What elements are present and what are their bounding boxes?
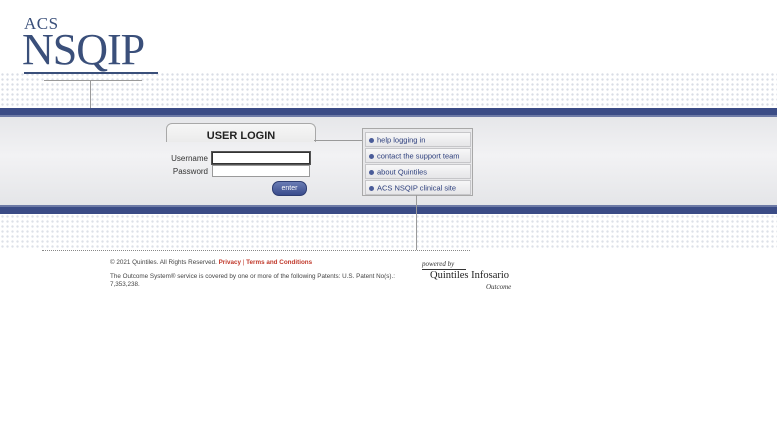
top-dot-texture [0,72,777,108]
powered-by-brand: Quintiles Infosario [430,270,510,281]
link-label: ACS NSQIP clinical site [377,183,457,193]
bullet-icon [369,153,374,159]
bullet-icon [369,137,374,143]
powered-by-logo: powered by Quintiles Infosario Outcome [420,260,520,296]
copyright-line: © 2021 Quintiles. All Rights Reserved. P… [110,259,312,266]
help-links-panel: help logging in contact the support team… [362,128,473,196]
logo-underline [24,72,158,74]
terms-link[interactable]: Terms and Conditions [246,259,312,266]
powered-by-sub: Outcome [486,283,512,291]
band-top-stripe [0,108,777,115]
bottom-dot-texture [0,214,777,248]
footer-separator: | [242,259,245,266]
footer-divider [42,250,470,251]
powered-by-prefix: powered by [422,260,455,268]
help-logging-in-link[interactable]: help logging in [365,132,471,147]
link-label: contact the support team [377,151,460,161]
password-label: Password [172,167,208,176]
username-label: Username [171,154,208,163]
about-quintiles-link[interactable]: about Quintiles [365,164,471,179]
privacy-link[interactable]: Privacy [219,259,241,266]
acs-nsqip-logo: ACS NSQIP [22,14,162,76]
copyright-text: © 2021 Quintiles. All Rights Reserved. [110,259,217,266]
link-label: help logging in [377,135,426,145]
connector-links-vertical [416,195,417,250]
password-input[interactable] [212,165,310,177]
link-label: about Quintiles [377,167,428,177]
bullet-icon [369,185,374,191]
band-bottom-stripe [0,207,777,214]
enter-button[interactable]: enter [272,181,307,196]
contact-support-link[interactable]: contact the support team [365,148,471,163]
login-title: USER LOGIN [206,130,276,142]
bullet-icon [369,169,374,175]
logo-nsqip-text: NSQIP [22,25,145,74]
login-panel-line [314,140,362,141]
username-input[interactable] [212,152,310,164]
patent-notice: The Outcome System® service is covered b… [110,273,395,288]
band-top-thin-stripe [0,115,777,117]
connector-logo-horizontal [44,80,142,81]
clinical-site-link[interactable]: ACS NSQIP clinical site [365,180,471,195]
